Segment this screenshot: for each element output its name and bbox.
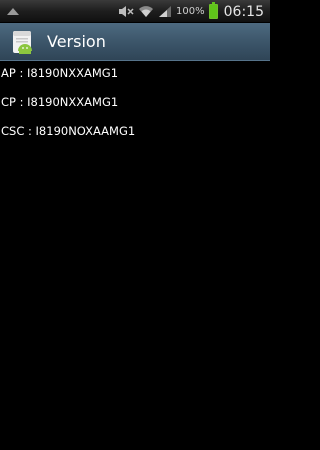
- status-bar: 100% 06:15: [0, 0, 270, 23]
- action-bar: Version: [0, 23, 270, 61]
- signal-icon: [159, 6, 172, 17]
- ap-version: AP : I8190NXXAMG1: [1, 66, 119, 80]
- page-title: Version: [47, 32, 106, 51]
- notification-up-icon[interactable]: [7, 8, 19, 15]
- android-app-icon[interactable]: [9, 29, 35, 55]
- battery-icon: [208, 2, 218, 19]
- cp-version: CP : I8190NXXAMG1: [1, 95, 119, 109]
- status-icons: 100% 06:15: [118, 0, 264, 23]
- wifi-icon: [139, 6, 154, 17]
- mute-icon: [119, 6, 134, 17]
- clock: 06:15: [223, 3, 264, 20]
- csc-version: CSC : I8190NOXAAMG1: [1, 124, 136, 138]
- battery-percent: 100%: [176, 6, 205, 17]
